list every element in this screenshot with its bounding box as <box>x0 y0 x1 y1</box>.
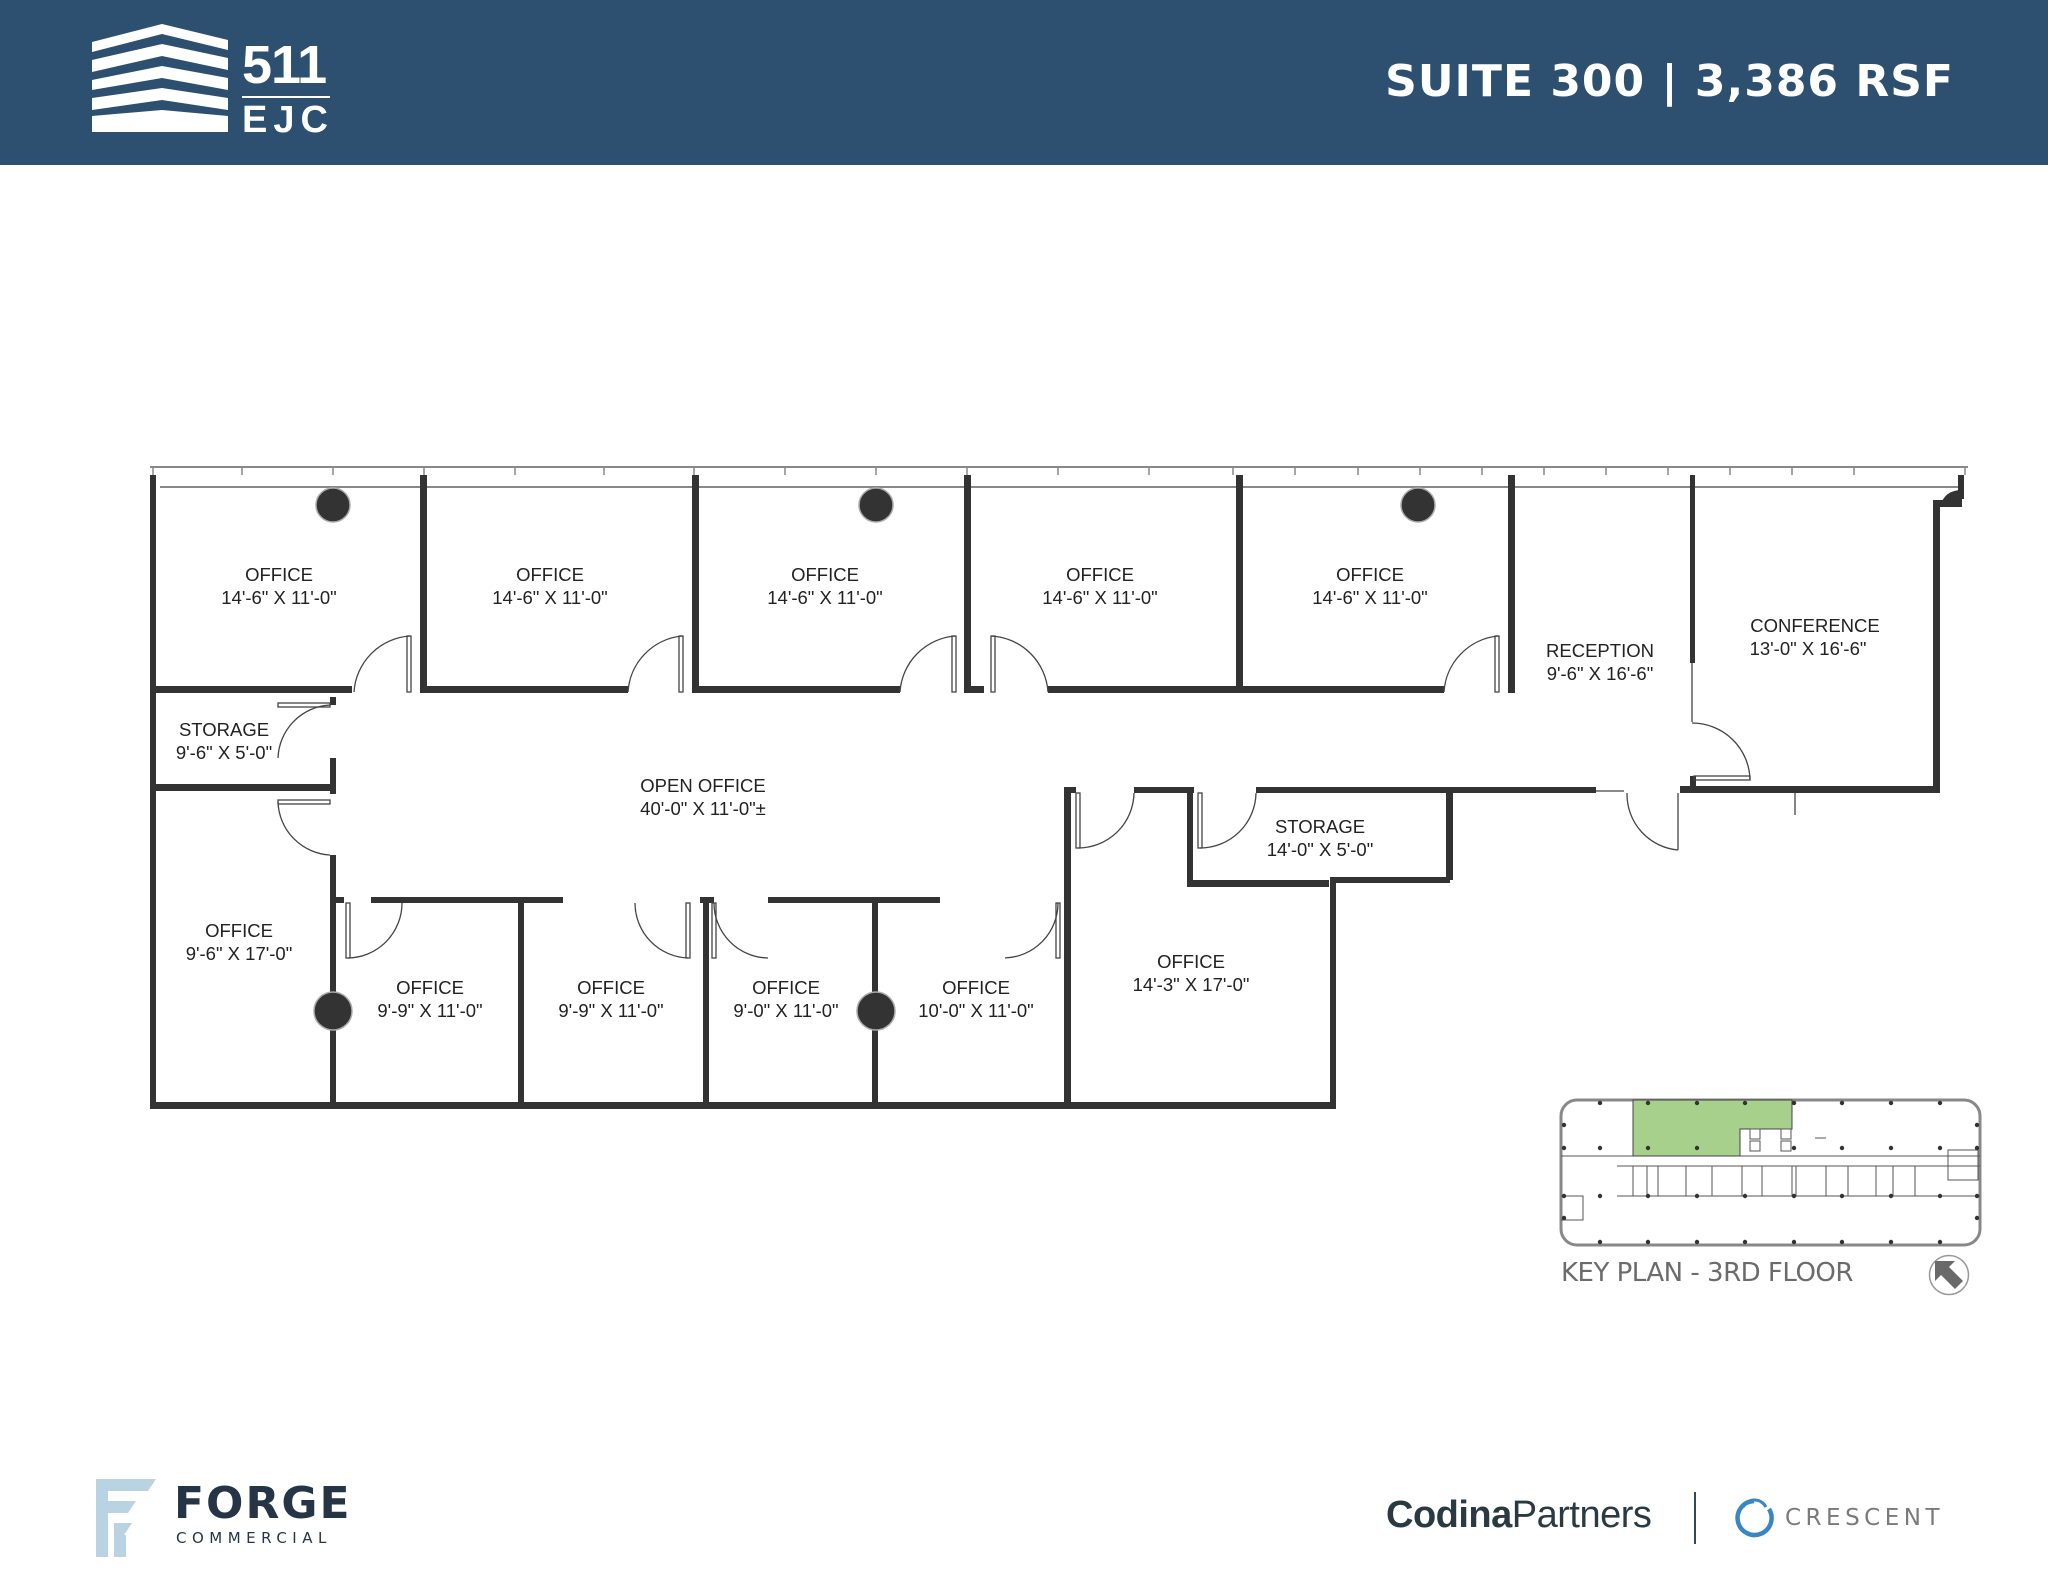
crescent-logo: CRESCENT <box>1733 1497 2013 1541</box>
svg-text:40'-0" X 11'-0"±: 40'-0" X 11'-0"± <box>640 798 766 819</box>
svg-text:9'-6" X 16'-6": 9'-6" X 16'-6" <box>1547 663 1654 684</box>
svg-text:14'-6" X 11'-0": 14'-6" X 11'-0" <box>1312 587 1428 608</box>
forge-sub: COMMERCIAL <box>176 1529 332 1547</box>
svg-text:OFFICE: OFFICE <box>205 920 273 941</box>
svg-text:CONFERENCE: CONFERENCE <box>1750 615 1880 636</box>
svg-text:OFFICE: OFFICE <box>942 977 1010 998</box>
svg-text:9'-6" X 5'-0": 9'-6" X 5'-0" <box>176 742 272 763</box>
room-storage-2: STORAGE14'-0" X 5'-0" <box>1267 816 1374 860</box>
room-office-8: OFFICE9'-9" X 11'-0" <box>558 977 663 1021</box>
svg-text:9'-9" X 11'-0": 9'-9" X 11'-0" <box>558 1000 663 1021</box>
svg-text:OFFICE: OFFICE <box>396 977 464 998</box>
room-office-10: OFFICE10'-0" X 11'-0" <box>918 977 1034 1021</box>
svg-text:OPEN OFFICE: OPEN OFFICE <box>640 775 765 796</box>
codina-partners-logo: CodinaPartners <box>1386 1494 1652 1537</box>
svg-text:RECEPTION: RECEPTION <box>1546 640 1654 661</box>
svg-text:OFFICE: OFFICE <box>245 564 313 585</box>
room-office-11: OFFICE14'-3" X 17'-0" <box>1133 951 1250 995</box>
svg-text:OFFICE: OFFICE <box>1157 951 1225 972</box>
room-office-9: OFFICE9'-0" X 11'-0" <box>733 977 838 1021</box>
svg-text:13'-0" X 16'-6": 13'-0" X 16'-6" <box>1750 638 1867 659</box>
room-open-office: OPEN OFFICE40'-0" X 11'-0"± <box>640 775 766 819</box>
room-office-2: OFFICE14'-6" X 11'-0" <box>492 564 608 608</box>
room-office-5: OFFICE14'-6" X 11'-0" <box>1312 564 1428 608</box>
svg-text:14'-6" X 11'-0": 14'-6" X 11'-0" <box>1042 587 1158 608</box>
svg-text:OFFICE: OFFICE <box>791 564 859 585</box>
svg-text:9'-0" X 11'-0": 9'-0" X 11'-0" <box>733 1000 838 1021</box>
svg-text:9'-6" X 17'-0": 9'-6" X 17'-0" <box>186 943 293 964</box>
svg-text:14'-0" X 5'-0": 14'-0" X 5'-0" <box>1267 839 1374 860</box>
room-office-6: OFFICE9'-6" X 17'-0" <box>186 920 293 964</box>
logo-divider-line <box>1694 1492 1696 1544</box>
floor-plan: OFFICE14'-6" X 11'-0" OFFICE14'-6" X 11'… <box>150 466 1982 1247</box>
north-arrow-icon <box>1928 1254 1970 1296</box>
crescent-name: CRESCENT <box>1785 1505 1945 1531</box>
svg-text:OFFICE: OFFICE <box>516 564 584 585</box>
room-conference: CONFERENCE13'-0" X 16'-6" <box>1750 615 1880 659</box>
codina-light: Partners <box>1511 1494 1652 1536</box>
svg-text:STORAGE: STORAGE <box>179 719 269 740</box>
forge-f-icon <box>96 1479 156 1557</box>
room-office-7: OFFICE9'-9" X 11'-0" <box>377 977 482 1021</box>
codina-bold: Codina <box>1386 1494 1512 1536</box>
room-storage-1: STORAGE9'-6" X 5'-0" <box>176 719 272 763</box>
svg-text:14'-6" X 11'-0": 14'-6" X 11'-0" <box>492 587 608 608</box>
room-office-3: OFFICE14'-6" X 11'-0" <box>767 564 883 608</box>
svg-text:14'-6" X 11'-0": 14'-6" X 11'-0" <box>767 587 883 608</box>
key-plan-caption: KEY PLAN - 3RD FLOOR <box>1561 1258 1853 1288</box>
svg-text:OFFICE: OFFICE <box>752 977 820 998</box>
room-office-1: OFFICE14'-6" X 11'-0" <box>221 564 337 608</box>
doors <box>277 635 1796 959</box>
svg-text:14'-3" X 17'-0": 14'-3" X 17'-0" <box>1133 974 1250 995</box>
room-reception: RECEPTION9'-6" X 16'-6" <box>1546 640 1654 684</box>
svg-text:OFFICE: OFFICE <box>577 977 645 998</box>
svg-text:9'-9" X 11'-0": 9'-9" X 11'-0" <box>377 1000 482 1021</box>
svg-text:14'-6" X 11'-0": 14'-6" X 11'-0" <box>221 587 337 608</box>
forge-commercial-logo: FORGE COMMERCIAL <box>96 1479 356 1559</box>
key-plan <box>1559 1098 1982 1247</box>
svg-text:OFFICE: OFFICE <box>1066 564 1134 585</box>
crescent-ring-icon <box>1735 1498 1774 1538</box>
svg-text:10'-0" X 11'-0": 10'-0" X 11'-0" <box>918 1000 1034 1021</box>
room-office-4: OFFICE14'-6" X 11'-0" <box>1042 564 1158 608</box>
forge-name: FORGE <box>174 1478 352 1529</box>
svg-text:OFFICE: OFFICE <box>1336 564 1404 585</box>
svg-text:STORAGE: STORAGE <box>1275 816 1365 837</box>
